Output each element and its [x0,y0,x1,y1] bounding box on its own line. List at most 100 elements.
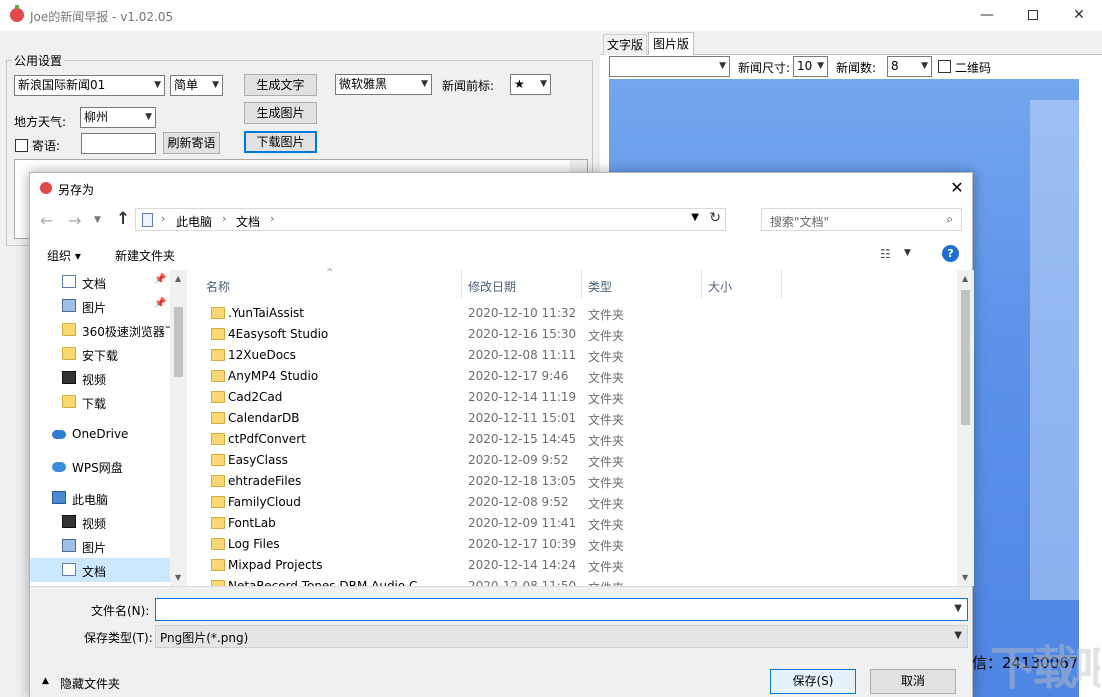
filename-input[interactable]: ▼ [155,598,968,621]
new-folder-button[interactable]: 新建文件夹 [115,247,175,264]
file-row[interactable]: CalendarDB 2020-12-11 15:01 文件夹 [198,408,955,429]
column-divider[interactable] [701,270,702,298]
column-size[interactable]: 大小 [708,278,732,295]
file-row[interactable]: FamilyCloud 2020-12-08 9:52 文件夹 [198,492,955,513]
file-type: 文件夹 [588,560,625,574]
generate-image-button[interactable]: 生成图片 [244,102,317,124]
picture-icon [62,539,76,552]
tab-image-version[interactable]: 图片版 [648,32,695,55]
scroll-up-icon[interactable]: ▲ [962,274,968,283]
chevron-up-icon[interactable]: ▲ [42,676,49,686]
nav-item[interactable]: OneDrive [30,422,170,446]
nav-item[interactable]: 安下载 [30,342,170,366]
prefix-select[interactable]: ★ ▼ [510,74,551,95]
recent-locations-chevron-icon[interactable]: ▼ [94,215,101,225]
nav-pane-scroll-thumb[interactable] [174,307,183,377]
back-arrow-icon[interactable]: ← [40,211,53,230]
column-date[interactable]: 修改日期 [468,278,516,295]
nav-item-label: 安下载 [82,349,119,363]
help-icon[interactable]: ? [942,245,959,262]
nav-item[interactable]: 360极速浏览器下 [30,318,177,342]
nav-item[interactable]: 文档 📌 [30,270,170,294]
file-date: 2020-12-16 15:30 [468,327,577,341]
minimize-button[interactable]: — [964,0,1010,31]
pin-icon: 📌 [154,274,167,285]
file-name: Mixpad Projects [228,558,323,572]
address-dropdown-icon[interactable]: ▼ [691,212,699,223]
qrcode-label: 二维码 [955,61,992,75]
column-type[interactable]: 类型 [588,278,612,295]
chevron-down-icon[interactable]: ▼ [954,603,962,614]
breadcrumb-documents[interactable]: 文档 [236,213,260,230]
breadcrumb-this-pc[interactable]: 此电脑 [176,213,212,230]
file-row[interactable]: AnyMP4 Studio 2020-12-17 9:46 文件夹 [198,366,955,387]
file-name: Log Files [228,537,280,551]
refresh-icon[interactable]: ↻ [709,210,721,226]
scroll-down-icon[interactable]: ▼ [175,573,181,582]
file-row[interactable]: Log Files 2020-12-17 10:39 文件夹 [198,534,955,555]
script-type-select[interactable]: 简单 ▼ [170,75,223,96]
nav-item[interactable]: 此电脑 [30,486,170,510]
dialog-close-button[interactable]: ✕ [942,173,972,203]
filetype-select[interactable]: Png图片(*.png) ▼ [155,625,968,648]
download-image-button[interactable]: 下载图片 [244,131,317,153]
file-row[interactable]: ehtradeFiles 2020-12-18 13:05 文件夹 [198,471,955,492]
view-options-icon[interactable]: ☷ [880,247,891,261]
column-divider[interactable] [581,270,582,298]
file-row[interactable]: Mixpad Projects 2020-12-14 14:24 文件夹 [198,555,955,576]
file-row[interactable]: 4Easysoft Studio 2020-12-16 15:30 文件夹 [198,324,955,345]
address-bar[interactable]: › 此电脑 › 文档 › ▼ ↻ [135,208,726,231]
chevron-down-icon[interactable]: ▼ [904,248,911,258]
organize-button[interactable]: 组织 ▾ [47,247,81,264]
nav-item[interactable]: 图片 [30,534,170,558]
file-row[interactable]: EasyClass 2020-12-09 9:52 文件夹 [198,450,955,471]
breadcrumb-separator-icon: › [270,212,275,225]
nav-item[interactable]: 图片 📌 [30,294,170,318]
message-input[interactable] [81,133,156,154]
folder-icon [211,391,225,403]
preview-highlight [1030,100,1079,600]
file-row[interactable]: .YunTaiAssist 2020-12-10 11:32 文件夹 [198,303,955,324]
column-divider[interactable] [781,270,782,298]
scroll-down-icon[interactable]: ▼ [962,573,968,582]
scroll-up-icon[interactable]: ▲ [175,274,181,283]
close-button[interactable]: ✕ [1056,0,1102,31]
up-arrow-icon[interactable]: ↑ [116,209,130,229]
column-divider[interactable] [461,270,462,298]
news-source-select[interactable]: 新浪国际新闻01 ▼ [14,75,165,96]
save-button[interactable]: 保存(S) [770,669,856,694]
nav-item[interactable]: 视频 [30,366,170,390]
message-checkbox[interactable] [15,139,28,152]
city-select[interactable]: 柳州 ▼ [80,107,156,128]
generate-text-button[interactable]: 生成文字 [244,74,317,96]
qrcode-checkbox[interactable] [938,60,951,73]
folder-icon [211,349,225,361]
font-select[interactable]: 微软雅黑 ▼ [335,74,432,95]
file-list-scroll-thumb[interactable] [961,290,970,425]
column-name[interactable]: 名称 [206,278,230,295]
search-box[interactable]: 搜索"文档" ⌕ [761,208,962,231]
template-select[interactable]: ▼ [609,56,730,77]
nav-item[interactable]: 下载 [30,390,170,414]
file-row[interactable]: NetaRecord Tones DRM Audio C 2020-12-08 1… [198,576,955,586]
refresh-message-button[interactable]: 刷新寄语 [163,132,220,154]
maximize-button[interactable] [1010,0,1056,31]
tab-text-version[interactable]: 文字版 [603,34,648,55]
nav-item[interactable]: 文档 [30,558,170,582]
news-count-select[interactable]: 8 ▼ [887,56,932,77]
file-row[interactable]: 12XueDocs 2020-12-08 11:11 文件夹 [198,345,955,366]
nav-item-label: 下载 [82,397,107,411]
nav-item[interactable]: WPS网盘 [30,454,170,478]
file-row[interactable]: Cad2Cad 2020-12-14 11:19 文件夹 [198,387,955,408]
chevron-down-icon: ▼ [154,80,161,90]
nav-item[interactable]: 视频 [30,510,170,534]
cancel-button[interactable]: 取消 [870,669,956,694]
file-date: 2020-12-14 14:24 [468,558,577,572]
file-row[interactable]: ctPdfConvert 2020-12-15 14:45 文件夹 [198,429,955,450]
sort-ascending-icon: ^ [326,268,334,278]
hide-folders-button[interactable]: 隐藏文件夹 [60,675,120,692]
news-size-select[interactable]: 10 ▼ [793,56,828,77]
file-row[interactable]: FontLab 2020-12-09 11:41 文件夹 [198,513,955,534]
file-date: 2020-12-15 14:45 [468,432,577,446]
forward-arrow-icon[interactable]: → [68,211,81,230]
